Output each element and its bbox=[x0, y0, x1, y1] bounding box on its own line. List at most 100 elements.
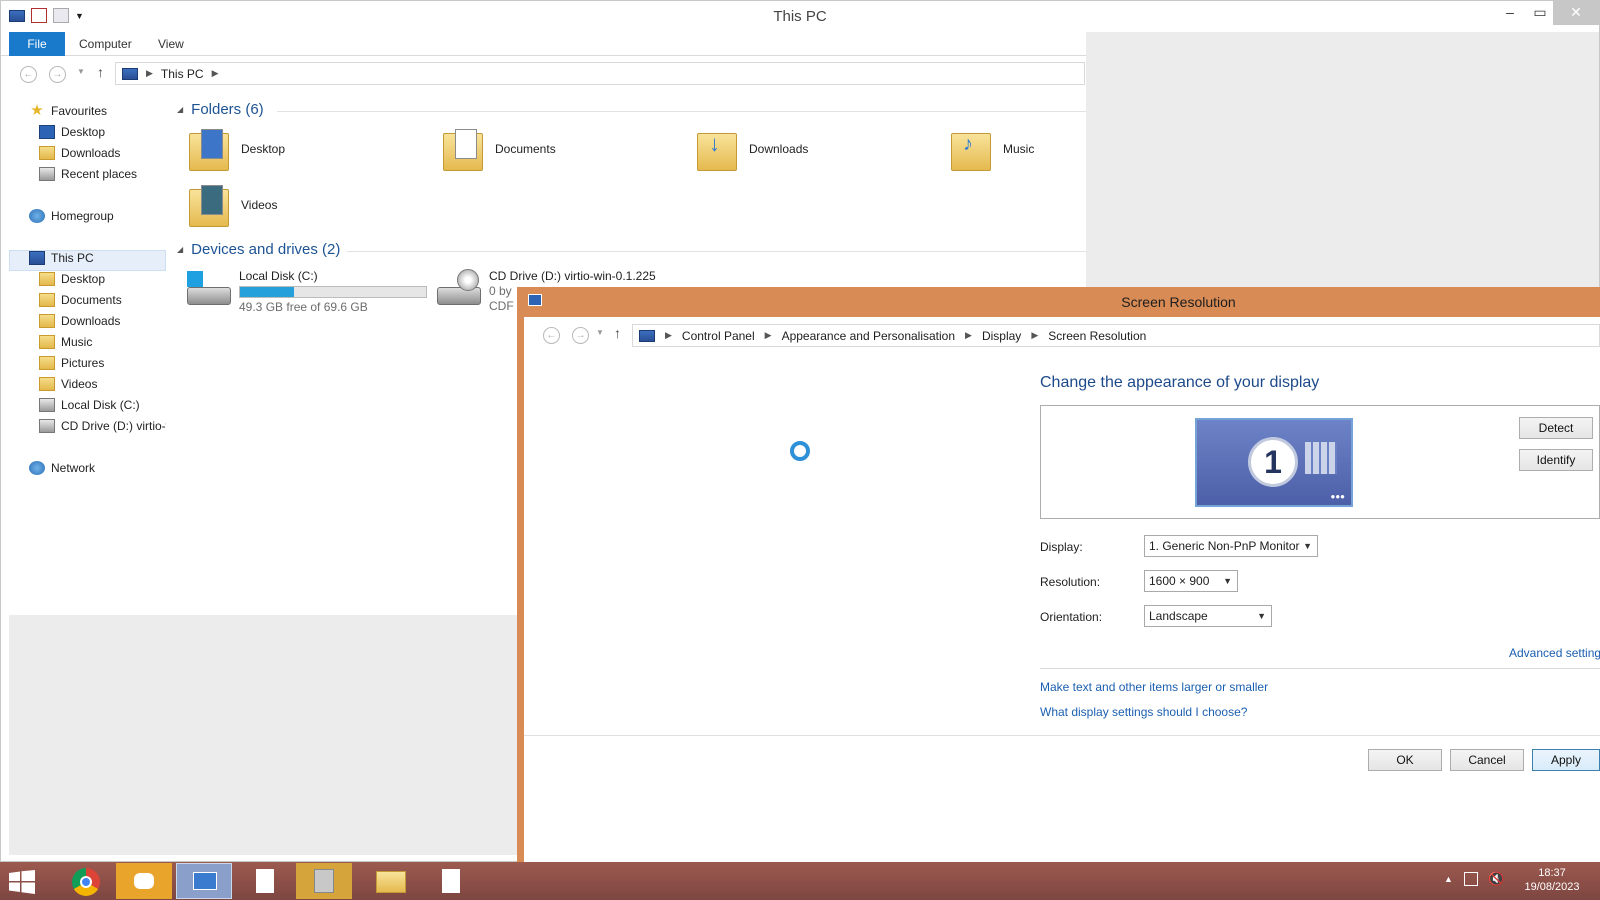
volume-muted-icon[interactable]: 🔇 bbox=[1488, 871, 1504, 887]
sidebar-item-desktop[interactable]: Desktop bbox=[39, 122, 105, 142]
display-label: Display: bbox=[1040, 540, 1083, 554]
star-icon: ★ bbox=[30, 102, 44, 119]
display-settings-help-link[interactable]: What display settings should I choose? bbox=[1040, 705, 1247, 719]
sidebar-item-homegroup[interactable]: Homegroup bbox=[29, 206, 114, 226]
minimize-button[interactable]: – bbox=[1495, 1, 1525, 25]
folder-item-music[interactable]: ♪ Music bbox=[951, 127, 1034, 171]
text-size-link[interactable]: Make text and other items larger or smal… bbox=[1040, 680, 1268, 694]
breadcrumb-screen-resolution[interactable]: Screen Resolution bbox=[1048, 329, 1146, 343]
control-panel-taskbar-icon[interactable] bbox=[176, 863, 232, 899]
back-button[interactable]: ← bbox=[20, 66, 37, 83]
chevron-right-icon[interactable]: ▶ bbox=[1031, 330, 1038, 341]
maximize-button[interactable]: ▭ bbox=[1525, 1, 1555, 25]
computer-icon bbox=[122, 67, 138, 80]
sidebar-item-recent-places[interactable]: Recent places bbox=[39, 164, 137, 184]
chevron-right-icon[interactable]: ▶ bbox=[212, 68, 219, 79]
address-field[interactable]: ▶ Control Panel ▶ Appearance and Persona… bbox=[632, 324, 1600, 347]
empty-area bbox=[1086, 32, 1599, 287]
sidebar-item-videos[interactable]: Videos bbox=[39, 374, 97, 394]
advanced-settings-link[interactable]: Advanced setting bbox=[1509, 646, 1600, 660]
folder-item-downloads[interactable]: ↓ Downloads bbox=[697, 127, 808, 171]
sidebar-item-cd-drive[interactable]: CD Drive (D:) virtio-w bbox=[39, 416, 166, 436]
sidebar-item-desktop[interactable]: Desktop bbox=[39, 269, 105, 289]
clock-time: 18:37 bbox=[1538, 867, 1566, 879]
resolution-select[interactable]: 1600 × 900 ▼ bbox=[1144, 570, 1238, 592]
folder-documents-icon bbox=[443, 127, 483, 171]
close-button[interactable]: ✕ bbox=[1553, 1, 1599, 25]
folder-music-icon: ♪ bbox=[951, 127, 991, 171]
folder-item-desktop[interactable]: Desktop bbox=[189, 127, 285, 171]
sidebar-label: Network bbox=[51, 461, 96, 475]
sidebar-item-this-pc[interactable]: This PC bbox=[29, 248, 94, 268]
folder-item-documents[interactable]: Documents bbox=[443, 127, 556, 171]
folder-icon bbox=[39, 356, 55, 370]
resolution-label: Resolution: bbox=[1040, 575, 1101, 589]
sidebar-item-downloads[interactable]: Downloads bbox=[39, 311, 120, 331]
sidebar-label: Music bbox=[61, 335, 93, 349]
divider bbox=[524, 735, 1600, 736]
clock[interactable]: 18:37 19/08/2023 bbox=[1512, 866, 1592, 894]
up-button[interactable]: ↑ bbox=[97, 64, 104, 80]
hard-drive-icon bbox=[185, 269, 231, 309]
breadcrumb-control-panel[interactable]: Control Panel bbox=[682, 329, 755, 343]
chevron-right-icon[interactable]: ▶ bbox=[765, 330, 772, 341]
notepad-taskbar-icon[interactable] bbox=[236, 863, 292, 899]
start-button[interactable] bbox=[8, 870, 36, 894]
chevron-right-icon[interactable]: ▶ bbox=[146, 68, 153, 79]
disk-usage-bar bbox=[239, 286, 427, 298]
recent-locations-icon[interactable]: ▼ bbox=[77, 67, 85, 76]
drive-item-local-disk[interactable]: Local Disk (C:) 49.3 GB free of 69.6 GB bbox=[185, 269, 427, 315]
cancel-button[interactable]: Cancel bbox=[1450, 749, 1524, 771]
sidebar-label: Desktop bbox=[61, 272, 106, 286]
tab-file[interactable]: File bbox=[9, 32, 65, 56]
notepad-taskbar-icon[interactable] bbox=[422, 863, 478, 899]
recent-locations-icon[interactable]: ▼ bbox=[596, 328, 604, 337]
breadcrumb-display[interactable]: Display bbox=[982, 329, 1021, 343]
sidebar-item-documents[interactable]: Documents bbox=[39, 290, 122, 310]
forward-button[interactable]: → bbox=[572, 327, 589, 344]
breadcrumb-appearance[interactable]: Appearance and Personalisation bbox=[782, 329, 955, 343]
monitor-number: 1 bbox=[1248, 437, 1298, 487]
network-status-icon[interactable] bbox=[1464, 872, 1478, 886]
address-field[interactable]: ▶ This PC ▶ bbox=[115, 62, 1085, 85]
sidebar-label: Downloads bbox=[61, 314, 121, 328]
breadcrumb-this-pc[interactable]: This PC bbox=[161, 67, 204, 81]
address-bar-row: ← → ▼ ↑ ▶ This PC ▶ bbox=[1, 60, 1086, 87]
identify-button[interactable]: Identify bbox=[1519, 449, 1593, 471]
collapse-icon[interactable]: ◢ bbox=[177, 105, 183, 114]
sidebar-item-music[interactable]: Music bbox=[39, 332, 92, 352]
discord-taskbar-icon[interactable] bbox=[116, 863, 172, 899]
ok-button[interactable]: OK bbox=[1368, 749, 1442, 771]
sidebar-item-favourites[interactable]: ★ Favourites bbox=[29, 101, 107, 121]
apply-button[interactable]: Apply bbox=[1532, 749, 1600, 771]
back-button[interactable]: ← bbox=[543, 327, 560, 344]
cd-drive-icon bbox=[39, 419, 55, 433]
drive-name: Local Disk (C:) bbox=[239, 269, 318, 283]
up-button[interactable]: ↑ bbox=[614, 325, 621, 341]
divider bbox=[1040, 668, 1600, 669]
detect-button[interactable]: Detect bbox=[1519, 417, 1593, 439]
chevron-right-icon[interactable]: ▶ bbox=[665, 330, 672, 341]
sidebar-item-local-disk[interactable]: Local Disk (C:) bbox=[39, 395, 140, 415]
clock-date: 19/08/2023 bbox=[1524, 881, 1580, 893]
orientation-select[interactable]: Landscape ▼ bbox=[1144, 605, 1272, 627]
taskbar: ▲ 🔇 bbox=[0, 862, 1600, 900]
display-select[interactable]: 1. Generic Non-PnP Monitor ▼ bbox=[1144, 535, 1318, 557]
chrome-taskbar-icon[interactable] bbox=[58, 863, 114, 899]
tab-view[interactable]: View bbox=[146, 32, 196, 56]
show-hidden-icons-icon[interactable]: ▲ bbox=[1444, 874, 1453, 884]
archive-taskbar-icon[interactable] bbox=[296, 863, 352, 899]
group-header-folders[interactable]: ◢ Folders (6) bbox=[177, 101, 1086, 118]
sidebar-item-downloads[interactable]: Downloads bbox=[39, 143, 120, 163]
collapse-icon[interactable]: ◢ bbox=[177, 245, 183, 254]
chevron-right-icon[interactable]: ▶ bbox=[965, 330, 972, 341]
chevron-down-icon: ▼ bbox=[1257, 611, 1266, 621]
tab-computer[interactable]: Computer bbox=[67, 32, 144, 56]
sidebar-item-network[interactable]: Network bbox=[29, 458, 95, 478]
group-header-drives[interactable]: ◢ Devices and drives (2) bbox=[177, 241, 1086, 258]
sidebar-item-pictures[interactable]: Pictures bbox=[39, 353, 104, 373]
folder-label: Music bbox=[1003, 142, 1035, 156]
folder-item-videos[interactable]: Videos bbox=[189, 183, 277, 227]
forward-button[interactable]: → bbox=[49, 66, 66, 83]
file-explorer-taskbar-icon[interactable] bbox=[362, 863, 418, 899]
